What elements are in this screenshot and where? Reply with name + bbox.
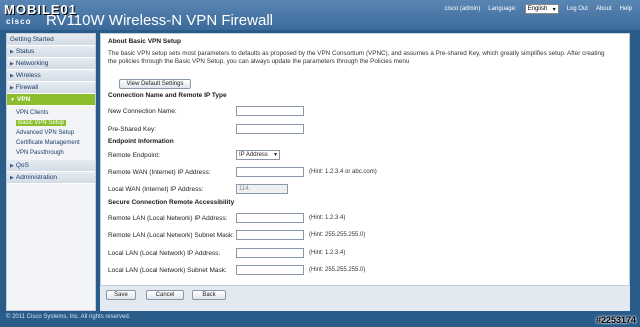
- nav-label: VPN: [16, 95, 31, 103]
- chevron-right-icon: ▶: [10, 174, 14, 181]
- user-label: cisco (admin): [444, 6, 481, 12]
- connection-section-title: Connection Name and Remote IP Type: [108, 92, 227, 99]
- subnav-vpn-clients[interactable]: VPN Clients: [7, 108, 95, 118]
- nav-networking[interactable]: ▶ Networking: [7, 58, 95, 70]
- remote-lan-ip-label: Remote LAN (Local Network) IP Address:: [108, 215, 228, 222]
- header-controls: cisco (admin) Language: English ▾ Log Out…: [445, 4, 632, 14]
- main-content: About Basic VPN Setup The basic VPN setu…: [100, 33, 630, 311]
- about-text: The basic VPN setup sets most parameters…: [108, 50, 605, 65]
- local-wan-label: Local WAN (Internet) IP Address:: [108, 186, 204, 193]
- back-button[interactable]: Back: [192, 290, 226, 300]
- cisco-logo: cisco: [6, 17, 32, 26]
- nav-label: Status: [15, 47, 35, 55]
- cancel-button[interactable]: Cancel: [146, 290, 184, 300]
- nav-label: Networking: [15, 59, 49, 67]
- remote-wan-hint: (Hint: 1.2.3.4 or abc.com): [309, 169, 377, 175]
- local-lan-mask-input[interactable]: [236, 265, 304, 275]
- remote-wan-label: Remote WAN (Internet) IP Address:: [108, 169, 211, 176]
- endpoint-section-title: Endpoint Information: [108, 138, 174, 145]
- subnav-label: VPN Clients: [16, 110, 49, 116]
- new-connection-label: New Connection Name:: [108, 108, 177, 115]
- save-button[interactable]: Save: [106, 290, 136, 300]
- nav-wireless[interactable]: ▶ Wireless: [7, 70, 95, 82]
- nav-firewall[interactable]: ▶ Firewall: [7, 82, 95, 94]
- local-lan-ip-hint: (Hint: 1.2.3.4): [309, 250, 346, 256]
- new-connection-input[interactable]: [236, 106, 304, 116]
- local-wan-field: 114.: [236, 184, 288, 194]
- remote-lan-mask-input[interactable]: [236, 230, 304, 240]
- remote-endpoint-label: Remote Endpoint:: [108, 152, 161, 159]
- chevron-right-icon: ▶: [10, 48, 14, 55]
- subnav-label: Advanced VPN Setup: [16, 130, 75, 136]
- chevron-right-icon: ▶: [10, 72, 14, 79]
- chevron-down-icon: ▼: [10, 96, 15, 103]
- logout-link[interactable]: Log Out: [567, 6, 588, 12]
- local-lan-ip-input[interactable]: [236, 248, 304, 258]
- nav-getting-started[interactable]: Getting Started: [7, 34, 95, 46]
- language-value: English: [527, 6, 548, 12]
- local-lan-ip-label: Local LAN (Local Network) IP Address:: [108, 250, 221, 257]
- local-lan-mask-label: Local LAN (Local Network) Subnet Mask:: [108, 267, 227, 274]
- product-title: RV110W Wireless-N VPN Firewall: [46, 12, 273, 29]
- secure-section-title: Secure Connection Remote Accessibility: [108, 199, 235, 206]
- remote-wan-input[interactable]: [236, 167, 304, 177]
- subnav-label: VPN Passthrough: [16, 150, 64, 156]
- chevron-right-icon: ▶: [10, 60, 14, 67]
- remote-lan-mask-label: Remote LAN (Local Network) Subnet Mask:: [108, 232, 235, 239]
- watermark: #2253174: [595, 315, 636, 325]
- pre-shared-key-input[interactable]: [236, 124, 304, 134]
- chevron-down-icon: ▾: [552, 6, 556, 13]
- nav-label: Getting Started: [10, 35, 54, 43]
- nav-label: Administration: [15, 173, 58, 181]
- about-title: About Basic VPN Setup: [108, 38, 181, 45]
- header: MOBILE01 cisco RV110W Wireless-N VPN Fir…: [0, 0, 640, 30]
- sidebar: Getting Started ▶ Status ▶ Networking ▶ Wir…: [6, 33, 96, 311]
- subnav-advanced-vpn-setup[interactable]: Advanced VPN Setup: [7, 128, 95, 138]
- chevron-down-icon: ▾: [273, 152, 277, 158]
- subnav-label: Basic VPN Setup: [16, 120, 67, 126]
- subnav-label: Certificate Management: [16, 140, 80, 146]
- nav-label: Firewall: [15, 83, 39, 91]
- nav-administration[interactable]: ▶ Administration: [7, 172, 95, 184]
- language-label: Language:: [488, 6, 517, 12]
- subnav-vpn-passthrough[interactable]: VPN Passthrough: [7, 148, 95, 158]
- nav-qos[interactable]: ▶ QoS: [7, 160, 95, 172]
- subnav-basic-vpn-setup[interactable]: Basic VPN Setup: [7, 118, 95, 128]
- help-link[interactable]: Help: [620, 6, 632, 12]
- about-link[interactable]: About: [596, 6, 612, 12]
- view-default-settings-button[interactable]: View Default Settings: [119, 79, 191, 89]
- remote-lan-mask-hint: (Hint: 255.255.255.0): [309, 232, 366, 238]
- nav-label: QoS: [15, 161, 29, 169]
- action-bar: Save Cancel Back: [100, 285, 630, 311]
- language-select[interactable]: English ▾: [524, 4, 559, 14]
- nav-status[interactable]: ▶ Status: [7, 46, 95, 58]
- remote-endpoint-value: IP Address: [239, 152, 268, 158]
- subnav-certificate-management[interactable]: Certificate Management: [7, 138, 95, 148]
- local-lan-mask-hint: (Hint: 255.255.255.0): [309, 267, 366, 273]
- remote-lan-ip-input[interactable]: [236, 213, 304, 223]
- pre-shared-key-label: Pre-Shared Key:: [108, 126, 157, 133]
- chevron-right-icon: ▶: [10, 84, 14, 91]
- copyright: © 2011 Cisco Systems, Inc. All rights re…: [6, 314, 131, 320]
- nav-label: Wireless: [15, 71, 41, 79]
- remote-lan-ip-hint: (Hint: 1.2.3.4): [309, 215, 346, 221]
- nav-vpn[interactable]: ▼ VPN: [7, 94, 95, 106]
- chevron-right-icon: ▶: [10, 162, 14, 169]
- remote-endpoint-select[interactable]: IP Address ▾: [236, 150, 280, 160]
